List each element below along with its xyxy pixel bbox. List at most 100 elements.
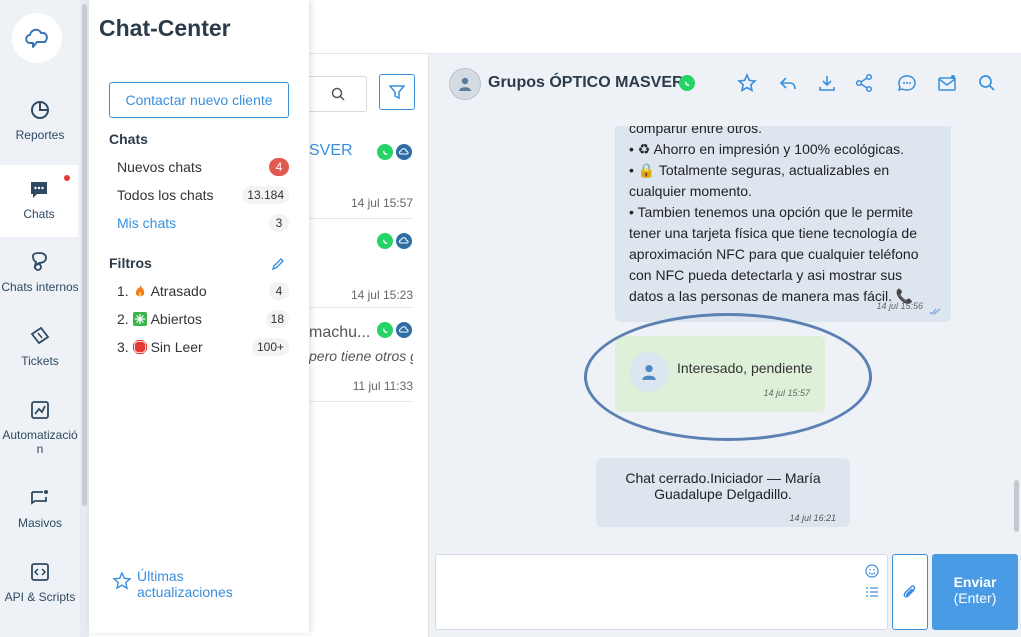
send-button[interactable]: Enviar (Enter) (932, 554, 1018, 630)
rail-label: Automatizació n (2, 428, 78, 456)
panel-title: Chat-Center (99, 15, 231, 41)
updates-label: Últimas actualizaciones (137, 568, 233, 600)
search-icon[interactable] (977, 73, 997, 93)
rail-label: API & Scripts (4, 590, 76, 604)
automation-icon (31, 401, 49, 419)
rail-item-chats[interactable]: Chats (0, 165, 78, 237)
list-item[interactable]: machu... pero tiene otros g 11 jul 11:33 (309, 308, 413, 402)
chat-time: 14 jul 15:57 (350, 196, 413, 210)
reply-icon[interactable] (778, 73, 798, 93)
chat-name: machu... (309, 324, 371, 341)
search-icon (331, 87, 345, 101)
message-line: • 🔒 Totalmente seguras, actualizables en (629, 162, 890, 178)
filter-abiertos[interactable]: 2. Abiertos 18 (109, 308, 289, 330)
count-badge: 18 (265, 310, 289, 328)
contact-new-client-button[interactable]: Contactar nuevo cliente (109, 82, 289, 118)
internal-chat-icon (32, 252, 47, 271)
rail-label: Chats (23, 207, 55, 221)
conversation-header: Grupos ÓPTICO MASVER (428, 54, 1021, 126)
message-line: • ♻ Ahorro en impresión y 100% ecológica… (629, 141, 905, 157)
download-icon[interactable] (817, 73, 837, 93)
filter-name: Abiertos (150, 311, 202, 327)
chats-heading: Chats (109, 131, 148, 147)
filter-atrasado[interactable]: 1. Atrasado 4 (109, 280, 289, 302)
send-label: Enviar (953, 574, 997, 590)
star-icon[interactable] (737, 73, 757, 93)
conversation-body: compartir entre otros. • ♻ Ahorro en imp… (428, 126, 1021, 548)
rail-label: Masivos (17, 516, 62, 530)
conversation-title: Grupos ÓPTICO MASVER (488, 74, 684, 91)
star-icon (113, 572, 131, 590)
chat-list: SVER 14 jul 15:57 14 jul 15:23 machu... … (309, 54, 428, 637)
rail-item-masivos[interactable]: Masivos (0, 488, 80, 560)
rail-label: Chats internos (1, 280, 79, 294)
filter-icon (389, 85, 405, 100)
app-logo[interactable] (12, 13, 62, 63)
attach-button[interactable] (892, 554, 928, 630)
conversation-scrollbar[interactable] (1014, 480, 1019, 532)
count-badge: 3 (269, 214, 289, 232)
avatar[interactable] (449, 68, 481, 100)
message-line: aproximación NFC para que cualquier telé… (629, 246, 919, 262)
user-icon (459, 77, 471, 91)
filter-number: 1. (117, 283, 133, 299)
chat-closed-bubble: Chat cerrado.Iniciador — María Guadalupe… (596, 458, 850, 527)
double-check-icon (929, 308, 941, 315)
whatsapp-icon (377, 322, 393, 338)
paperclip-icon (903, 585, 916, 598)
count-badge: 4 (269, 158, 289, 176)
highlight-ellipse (584, 313, 872, 441)
count-badge: 4 (269, 282, 289, 300)
chat-time: 11 jul 11:33 (352, 379, 413, 393)
chat-name: SVER (309, 142, 353, 159)
filter-number: 2. (117, 311, 133, 327)
rail-item-api-scripts[interactable]: API & Scripts (0, 562, 80, 634)
filter-button[interactable] (379, 74, 415, 110)
filter-name: Sin Leer (150, 339, 203, 355)
rail-item-reportes[interactable]: Reportes (0, 100, 80, 172)
new-chats-item[interactable]: Nuevos chats 4 (109, 156, 289, 178)
filter-sin-leer[interactable]: 3. Sin Leer 100+ (109, 336, 289, 358)
search-input[interactable] (309, 76, 367, 112)
edit-pencil-icon[interactable] (271, 257, 285, 271)
chat-time: 14 jul 15:23 (350, 288, 413, 302)
message-line: • Tambien tenemos una opción que le perm… (629, 204, 914, 220)
all-chats-item[interactable]: Todos los chats 13.184 (109, 184, 289, 206)
share-icon[interactable] (854, 73, 874, 93)
rail-scrollbar[interactable] (80, 0, 89, 637)
composer: Enviar (Enter) (428, 548, 1021, 637)
rail-label: Tickets (21, 354, 59, 368)
filter-name: Atrasado (150, 283, 207, 299)
chat-center-panel: Chat-Center Contactar nuevo cliente Chat… (89, 0, 309, 633)
pie-chart-icon (31, 101, 49, 119)
mail-icon[interactable] (937, 73, 957, 93)
item-label: Todos los chats (117, 187, 214, 203)
comment-icon[interactable] (897, 73, 917, 93)
cloud-chat-icon (396, 322, 412, 338)
rail-label: Reportes (15, 128, 65, 142)
message-time: 14 jul 15:56 (876, 301, 923, 311)
message-input[interactable] (435, 554, 888, 630)
chat-bubble-icon (31, 182, 47, 198)
emoji-icon[interactable] (865, 564, 879, 578)
whatsapp-icon (679, 75, 695, 91)
rail-item-tickets[interactable]: Tickets (0, 326, 80, 398)
code-icon (31, 563, 49, 581)
message-line: compartir entre otros. (629, 126, 763, 136)
nav-rail: Reportes Chats Chats internos Tickets Au… (0, 0, 80, 637)
list-item[interactable]: SVER 14 jul 15:57 (309, 130, 413, 219)
item-label: Mis chats (117, 215, 177, 231)
stop-sign-icon (132, 340, 147, 354)
quick-replies-icon[interactable] (866, 587, 878, 597)
whatsapp-icon (377, 144, 393, 160)
rail-item-automatizacion[interactable]: Automatizació n (0, 400, 80, 472)
latest-updates-link[interactable]: Últimas actualizaciones (113, 568, 247, 600)
whatsapp-icon (377, 233, 393, 249)
chat-preview: pero tiene otros g (309, 348, 413, 364)
send-hint: (Enter) (953, 590, 997, 606)
sparkle-icon (132, 312, 147, 326)
my-chats-item[interactable]: Mis chats 3 (109, 212, 289, 234)
rail-item-chats-internos[interactable]: Chats internos (0, 252, 80, 324)
list-item[interactable]: 14 jul 15:23 (309, 219, 413, 308)
bulk-message-icon (31, 490, 48, 505)
